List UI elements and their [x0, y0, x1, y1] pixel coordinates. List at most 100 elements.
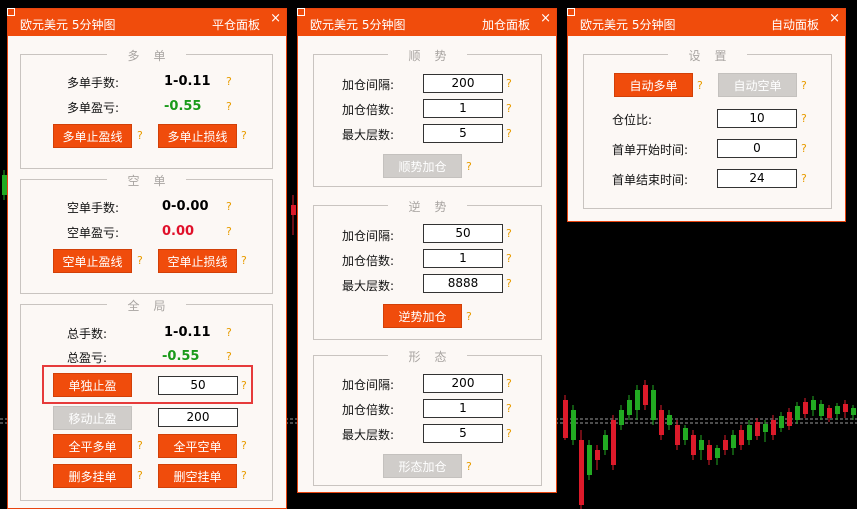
help-icon[interactable]: ?: [801, 172, 807, 185]
short-lots-label: 空单手数:: [67, 201, 120, 215]
group-title-pattern: 形态: [388, 350, 467, 364]
long-stop-loss-line-button[interactable]: 多单止损线: [158, 124, 237, 148]
position-ratio-input[interactable]: 10: [717, 109, 797, 128]
trend-multiplier-input[interactable]: 1: [423, 99, 503, 118]
total-pnl-label: 总盈亏:: [67, 351, 108, 365]
close-icon[interactable]: ×: [829, 12, 840, 25]
short-group: 空单: [20, 174, 273, 294]
panel-corner-handle[interactable]: [567, 8, 575, 16]
counter-max-layers-input[interactable]: 8888: [423, 274, 503, 293]
counter-multiplier-input[interactable]: 1: [423, 249, 503, 268]
trend-max-layers-input[interactable]: 5: [423, 124, 503, 143]
help-icon[interactable]: ?: [466, 310, 472, 323]
help-icon[interactable]: ?: [506, 377, 512, 390]
close-icon[interactable]: ×: [270, 12, 281, 25]
help-icon[interactable]: ?: [506, 102, 512, 115]
help-icon[interactable]: ?: [697, 79, 703, 92]
auto-long-button[interactable]: 自动多单: [614, 73, 693, 97]
auto-panel-titlebar[interactable]: 欧元美元 5分钟图 自动面板 ×: [568, 9, 845, 36]
candle-body: [595, 450, 600, 460]
close-all-long-button[interactable]: 全平多单: [53, 434, 132, 458]
candle-body: [643, 385, 648, 405]
help-icon[interactable]: ?: [241, 439, 247, 452]
candle-body: [731, 435, 736, 448]
trend-interval-input[interactable]: 200: [423, 74, 503, 93]
pattern-multiplier-input[interactable]: 1: [423, 399, 503, 418]
long-take-profit-line-button[interactable]: 多单止盈线: [53, 124, 132, 148]
delete-long-pending-button[interactable]: 删多挂单: [53, 464, 132, 488]
group-title-counter: 逆势: [388, 200, 467, 214]
add-panel: 欧元美元 5分钟图 加仓面板 × 顺势 加仓间隔: 200 ? 加仓倍数: 1 …: [297, 8, 557, 493]
counter-interval-input[interactable]: 50: [423, 224, 503, 243]
help-icon[interactable]: ?: [801, 79, 807, 92]
candle-body: [579, 440, 584, 505]
close-all-short-button[interactable]: 全平空单: [158, 434, 237, 458]
short-take-profit-line-button[interactable]: 空单止盈线: [53, 249, 132, 273]
help-icon[interactable]: ?: [241, 254, 247, 267]
help-icon[interactable]: ?: [226, 100, 232, 113]
candle-body: [851, 408, 856, 415]
candle-body: [715, 448, 720, 458]
counter-add-button[interactable]: 逆势加仓: [383, 304, 462, 328]
long-lots-value: 1-0.11: [164, 74, 211, 89]
help-icon[interactable]: ?: [506, 277, 512, 290]
help-icon[interactable]: ?: [241, 129, 247, 142]
help-icon[interactable]: ?: [226, 75, 232, 88]
pattern-interval-input[interactable]: 200: [423, 374, 503, 393]
candle-body: [739, 430, 744, 445]
help-icon[interactable]: ?: [226, 200, 232, 213]
help-icon[interactable]: ?: [506, 252, 512, 265]
first-order-end-input[interactable]: 24: [717, 169, 797, 188]
pattern-add-button[interactable]: 形态加仓: [383, 454, 462, 478]
help-icon[interactable]: ?: [137, 129, 143, 142]
trend-interval-label: 加仓间隔:: [342, 78, 395, 92]
candle-body: [291, 205, 296, 215]
delete-short-pending-button[interactable]: 删空挂单: [158, 464, 237, 488]
add-panel-titlebar[interactable]: 欧元美元 5分钟图 加仓面板 ×: [298, 9, 556, 36]
group-title-long: 多单: [107, 49, 186, 63]
close-icon[interactable]: ×: [540, 12, 551, 25]
pattern-max-layers-input[interactable]: 5: [423, 424, 503, 443]
single-take-profit-button[interactable]: 单独止盈: [53, 373, 132, 397]
candle-body: [683, 428, 688, 440]
single-take-profit-input[interactable]: 50: [158, 376, 238, 395]
help-icon[interactable]: ?: [506, 402, 512, 415]
help-icon[interactable]: ?: [506, 427, 512, 440]
trailing-take-profit-button[interactable]: 移动止盈: [53, 406, 132, 430]
short-stop-loss-line-button[interactable]: 空单止损线: [158, 249, 237, 273]
candle-body: [803, 402, 808, 414]
help-icon[interactable]: ?: [801, 142, 807, 155]
group-title-settings: 设置: [668, 49, 747, 63]
help-icon[interactable]: ?: [801, 112, 807, 125]
total-lots-value: 1-0.11: [164, 325, 211, 340]
long-group: 多单: [20, 49, 273, 169]
close-panel: 欧元美元 5分钟图 平仓面板 × 多单 多单手数: 1-0.11 ? 多单盈亏:…: [7, 8, 287, 509]
panel-corner-handle[interactable]: [297, 8, 305, 16]
help-icon[interactable]: ?: [137, 439, 143, 452]
close-panel-titlebar[interactable]: 欧元美元 5分钟图 平仓面板 ×: [8, 9, 286, 36]
help-icon[interactable]: ?: [466, 160, 472, 173]
help-icon[interactable]: ?: [466, 460, 472, 473]
candle-body: [827, 408, 832, 418]
help-icon[interactable]: ?: [506, 77, 512, 90]
help-icon[interactable]: ?: [506, 127, 512, 140]
counter-interval-label: 加仓间隔:: [342, 229, 395, 243]
short-pnl-value: 0.00: [162, 224, 195, 239]
help-icon[interactable]: ?: [137, 254, 143, 267]
candle-body: [675, 425, 680, 445]
help-icon[interactable]: ?: [241, 469, 247, 482]
short-lots-value: 0-0.00: [162, 199, 209, 214]
panel-corner-handle[interactable]: [7, 8, 15, 16]
auto-short-button[interactable]: 自动空单: [718, 73, 797, 97]
candle-body: [635, 390, 640, 410]
help-icon[interactable]: ?: [226, 225, 232, 238]
candle-body: [723, 440, 728, 450]
help-icon[interactable]: ?: [137, 469, 143, 482]
help-icon[interactable]: ?: [241, 379, 247, 392]
help-icon[interactable]: ?: [226, 326, 232, 339]
help-icon[interactable]: ?: [226, 350, 232, 363]
help-icon[interactable]: ?: [506, 227, 512, 240]
first-order-start-input[interactable]: 0: [717, 139, 797, 158]
trend-add-button[interactable]: 顺势加仓: [383, 154, 462, 178]
trailing-take-profit-input[interactable]: 200: [158, 408, 238, 427]
